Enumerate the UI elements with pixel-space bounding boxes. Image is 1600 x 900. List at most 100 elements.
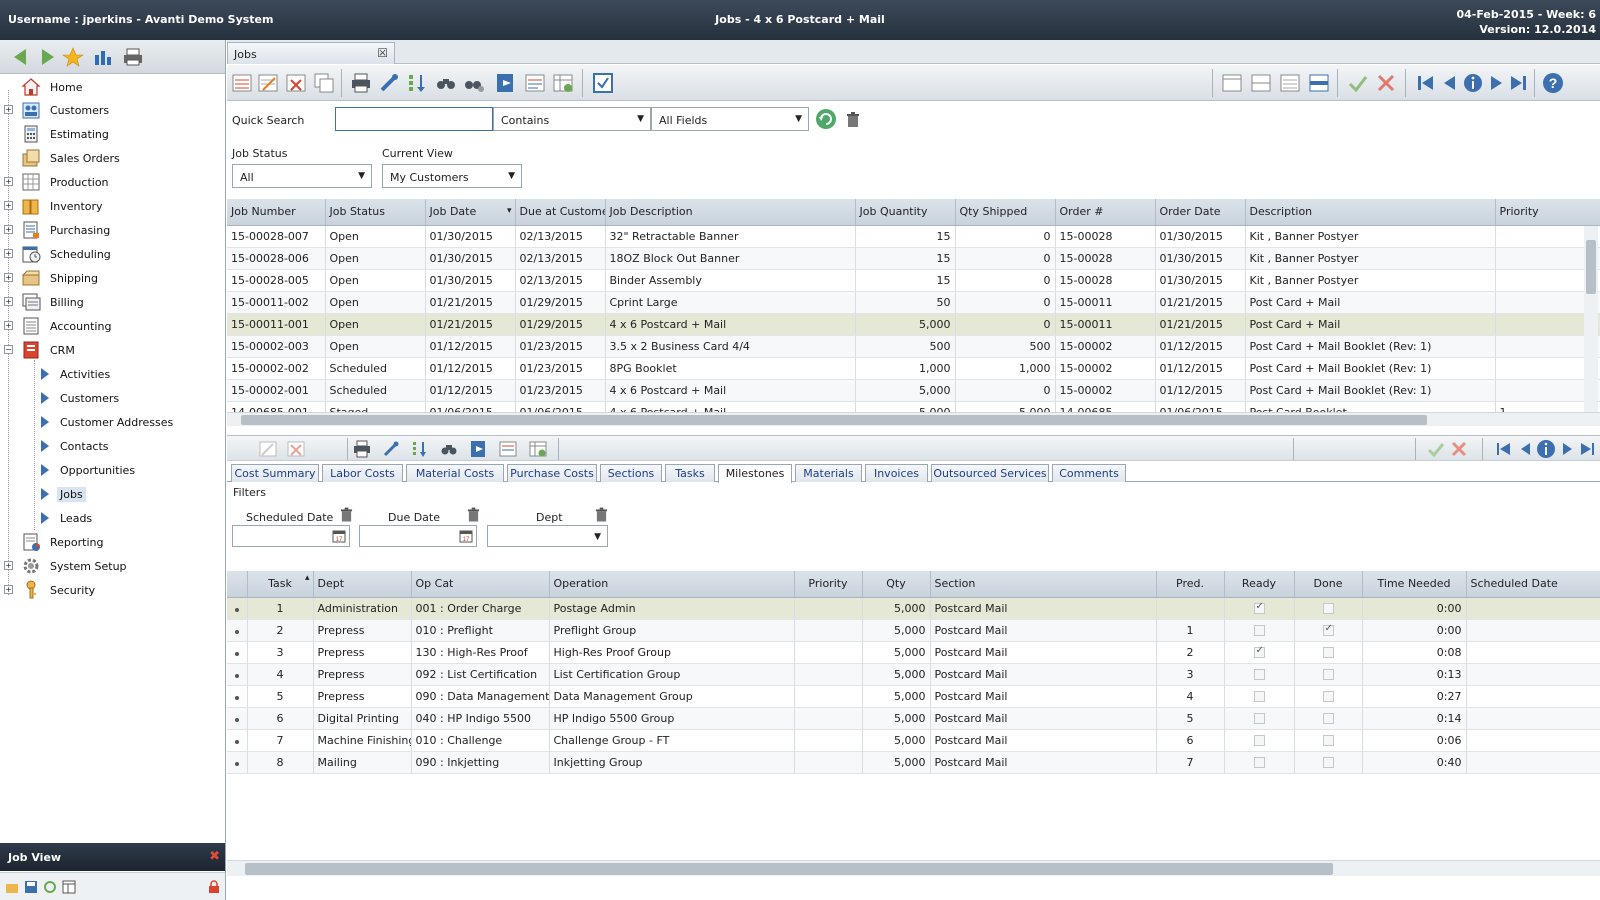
done-checkbox[interactable] xyxy=(1322,757,1334,768)
tools-icon[interactable] xyxy=(378,72,400,94)
column-header[interactable]: Dept xyxy=(313,571,412,598)
layout-list-icon[interactable] xyxy=(1279,72,1301,94)
lock-icon[interactable] xyxy=(207,880,221,894)
expand-icon[interactable]: + xyxy=(4,201,13,210)
column-header[interactable]: Operation xyxy=(549,571,795,598)
expand-arrow-icon[interactable] xyxy=(41,464,49,476)
table-row[interactable]: 3 Prepress 130 : High-Res Proof High-Res Pr… xyxy=(227,641,1600,664)
ready-checkbox[interactable] xyxy=(1253,669,1265,680)
row-indicator[interactable] xyxy=(227,707,248,730)
table-row[interactable]: 15-00028-005 Open 01/30/2015 02/13/2015 Bind… xyxy=(227,269,1600,292)
calendar-icon[interactable]: 17 xyxy=(332,529,346,543)
expand-arrow-icon[interactable] xyxy=(41,488,49,500)
table-row[interactable]: 5 Prepress 090 : Data Management Data Manag… xyxy=(227,685,1600,708)
new-record-icon[interactable] xyxy=(231,72,253,94)
column-header[interactable] xyxy=(227,571,248,598)
delete-record-icon[interactable] xyxy=(285,72,307,94)
row-indicator[interactable] xyxy=(227,641,248,664)
layout-icon[interactable] xyxy=(62,880,76,894)
nav-purchasing[interactable]: + Purchasing xyxy=(0,219,225,241)
layout-single-icon[interactable] xyxy=(1221,72,1243,94)
nav-security[interactable]: + Security xyxy=(0,579,225,601)
expand-icon[interactable]: + xyxy=(4,105,13,114)
tab-purchase-costs[interactable]: Purchase Costs xyxy=(507,464,597,482)
next-record-icon[interactable] xyxy=(1485,72,1507,94)
info-icon[interactable] xyxy=(1536,439,1556,459)
clear-trash-icon[interactable] xyxy=(846,112,860,128)
column-header[interactable]: Job Number xyxy=(227,199,326,226)
search-mode-select[interactable]: Contains ▼ xyxy=(493,107,651,131)
refresh-icon[interactable] xyxy=(815,108,837,130)
column-header[interactable]: Section xyxy=(930,571,1157,598)
edit-record-icon[interactable] xyxy=(257,72,279,94)
save-icon[interactable] xyxy=(24,880,38,894)
column-header[interactable]: Op Cat xyxy=(411,571,550,598)
expand-arrow-icon[interactable] xyxy=(41,440,49,452)
expand-arrow-icon[interactable] xyxy=(41,368,49,380)
column-header[interactable]: Due at Customer xyxy=(515,199,606,226)
column-header[interactable]: Pred. xyxy=(1156,571,1225,598)
nav-crm-jobs[interactable]: Jobs xyxy=(0,483,225,505)
ready-checkbox[interactable] xyxy=(1253,691,1265,702)
search-fields-select[interactable]: All Fields ▼ xyxy=(651,107,809,131)
ready-checkbox[interactable] xyxy=(1253,735,1265,746)
cancel-x-icon[interactable] xyxy=(1375,72,1397,94)
column-header[interactable]: Description xyxy=(1245,199,1496,226)
expand-arrow-icon[interactable] xyxy=(41,392,49,404)
expand-icon[interactable]: + xyxy=(4,249,13,258)
expand-icon[interactable]: + xyxy=(4,225,13,234)
tab-labor-costs[interactable]: Labor Costs xyxy=(322,464,403,482)
save-check-icon[interactable] xyxy=(1347,72,1369,94)
expand-arrow-icon[interactable] xyxy=(41,416,49,428)
ready-checkbox[interactable] xyxy=(1253,713,1265,724)
nav-crm-activities[interactable]: Activities xyxy=(0,363,225,385)
help-icon[interactable]: ? xyxy=(1542,72,1564,94)
previous-record-icon[interactable] xyxy=(1439,72,1461,94)
done-checkbox[interactable] xyxy=(1322,713,1334,724)
table-row[interactable]: 6 Digital Printing 040 : HP Indigo 5500 HP … xyxy=(227,707,1600,730)
table-row[interactable]: 8 Mailing 090 : Inkjetting Inkjetting Group… xyxy=(227,751,1600,774)
ready-checkbox[interactable] xyxy=(1253,645,1265,658)
tab-materials[interactable]: Materials xyxy=(795,464,862,482)
nav-sales-orders[interactable]: Sales Orders xyxy=(0,147,225,169)
nav-crm-customer-addresses[interactable]: Customer Addresses xyxy=(0,411,225,433)
next-record-icon[interactable] xyxy=(1558,440,1576,458)
jobs-horizontal-scrollbar[interactable] xyxy=(227,412,1600,426)
checkbox-icon[interactable] xyxy=(592,72,614,94)
save-check-icon[interactable] xyxy=(1427,440,1445,458)
expand-icon[interactable]: + xyxy=(4,561,13,570)
report-icon[interactable] xyxy=(499,440,517,458)
nav-crm-contacts[interactable]: Contacts xyxy=(0,435,225,457)
ready-checkbox[interactable] xyxy=(1253,757,1265,768)
expand-icon[interactable]: + xyxy=(4,177,13,186)
expand-icon[interactable]: + xyxy=(4,585,13,594)
scroll-thumb[interactable] xyxy=(245,863,1333,875)
cancel-x-icon[interactable] xyxy=(1450,440,1468,458)
table-row[interactable]: 1 Administration 001 : Order Charge Postage… xyxy=(227,597,1600,620)
tab-comments[interactable]: Comments xyxy=(1052,464,1126,482)
nav-scheduling[interactable]: + Scheduling xyxy=(0,243,225,265)
row-indicator[interactable] xyxy=(227,685,248,708)
column-header[interactable]: Ready xyxy=(1224,571,1295,598)
column-header[interactable]: Priority xyxy=(794,571,863,598)
nav-inventory[interactable]: + Inventory xyxy=(0,195,225,217)
tab-outsourced-services[interactable]: Outsourced Services xyxy=(931,464,1049,482)
column-header[interactable]: Time Needed xyxy=(1362,571,1467,598)
tab-tasks[interactable]: Tasks xyxy=(665,464,715,482)
scroll-thumb[interactable] xyxy=(1586,240,1596,294)
nav-home[interactable]: Home xyxy=(0,76,225,98)
row-indicator[interactable] xyxy=(227,729,248,752)
current-view-select[interactable]: My Customers ▼ xyxy=(382,164,522,188)
table-row[interactable]: 15-00011-002 Open 01/21/2015 01/29/2015 Cpri… xyxy=(227,291,1600,314)
refresh-icon[interactable] xyxy=(43,880,57,894)
expand-icon[interactable]: + xyxy=(4,321,13,330)
done-checkbox[interactable] xyxy=(1322,603,1334,614)
advanced-find-icon[interactable] xyxy=(463,72,485,94)
column-header[interactable]: Task ▴ xyxy=(247,571,314,598)
dashboard-chart-icon[interactable] xyxy=(92,47,114,67)
ready-checkbox[interactable] xyxy=(1253,625,1265,636)
previous-record-icon[interactable] xyxy=(1517,440,1535,458)
export-icon[interactable] xyxy=(470,440,488,458)
done-checkbox[interactable] xyxy=(1322,735,1334,746)
column-header[interactable]: Qty Shipped xyxy=(955,199,1056,226)
